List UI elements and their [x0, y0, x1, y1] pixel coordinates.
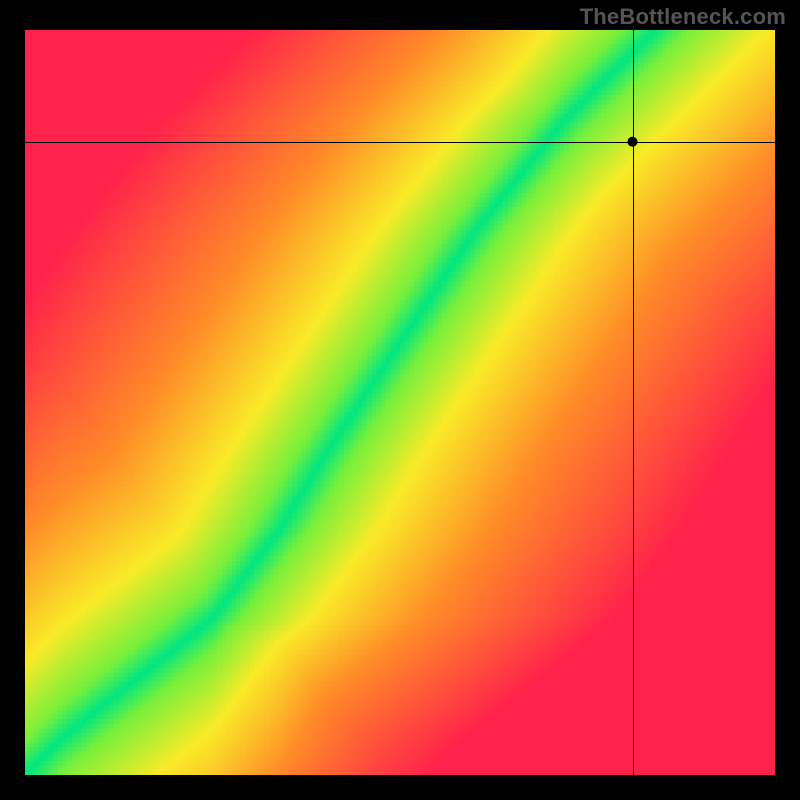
watermark-text: TheBottleneck.com — [580, 4, 786, 30]
chart-frame: TheBottleneck.com — [0, 0, 800, 800]
crosshair-overlay — [25, 30, 775, 775]
